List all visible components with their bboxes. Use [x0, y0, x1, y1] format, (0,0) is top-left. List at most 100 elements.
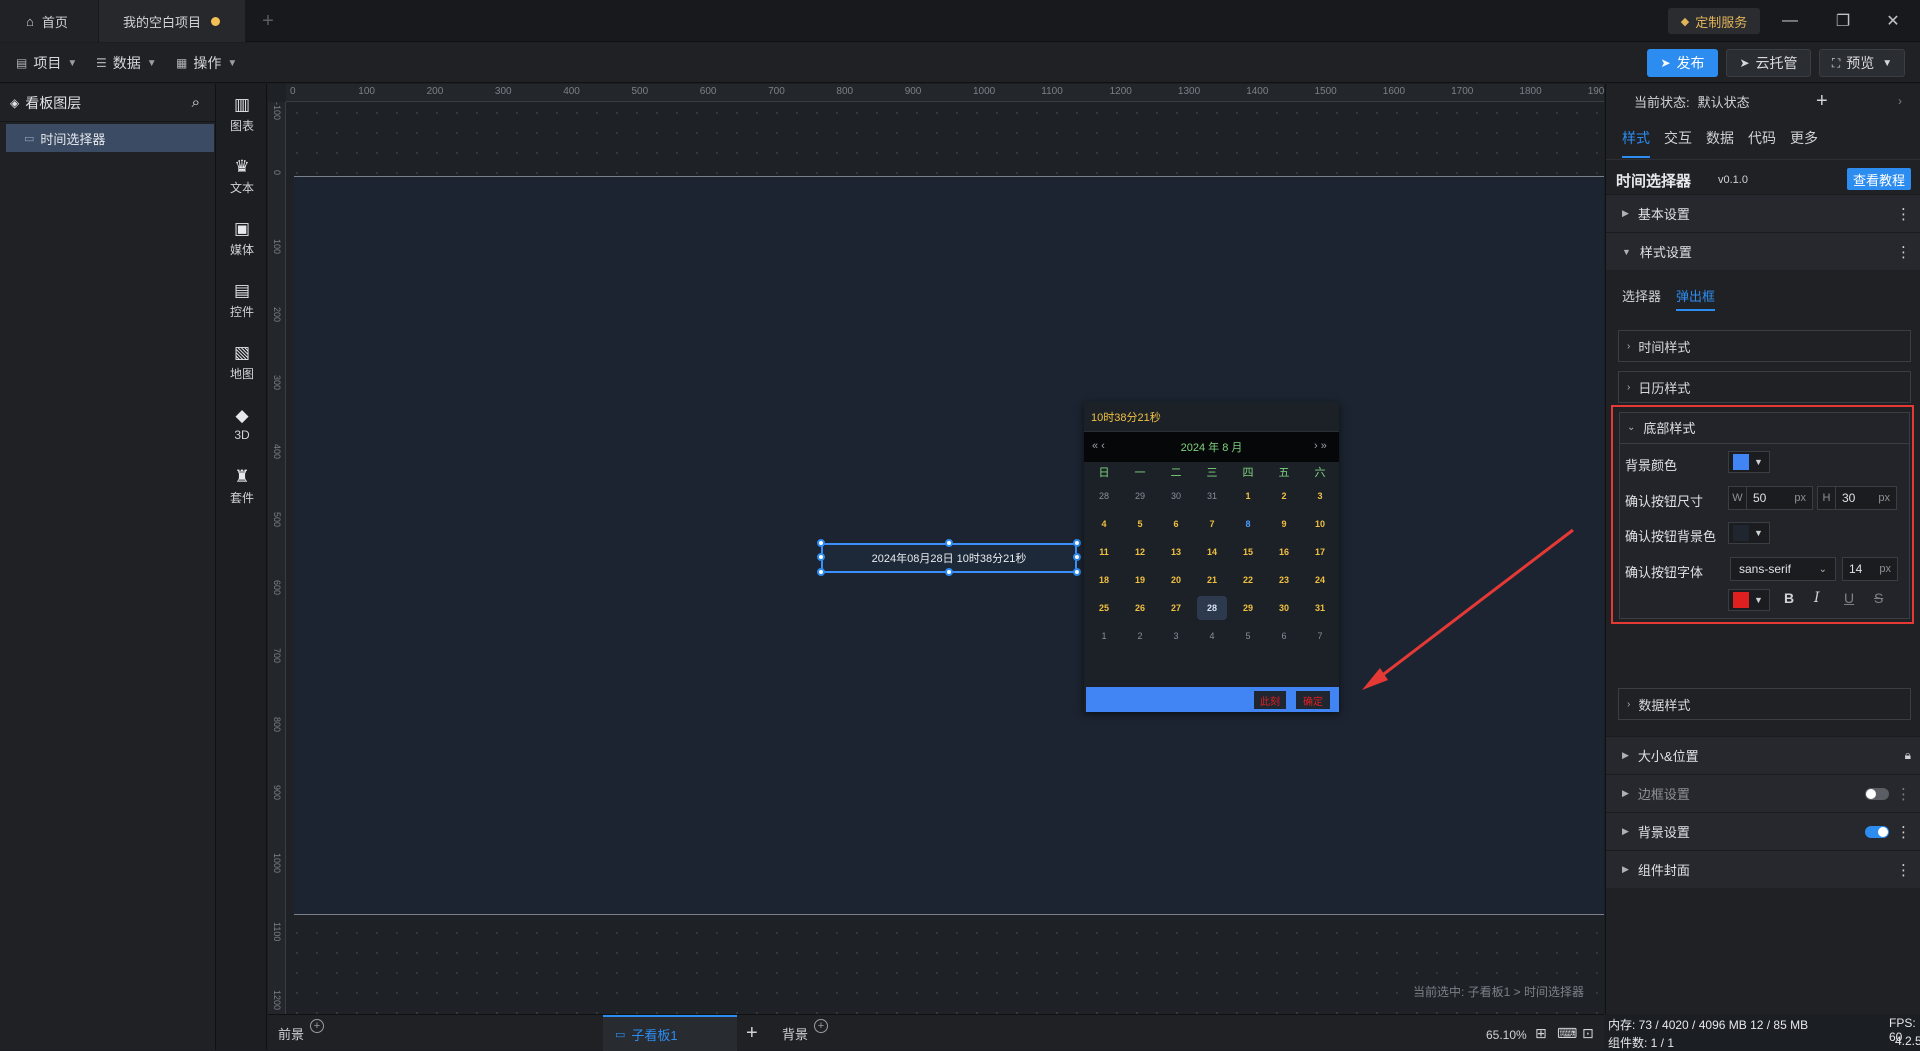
board-tab-foreground[interactable]: 前景 +: [278, 1015, 325, 1051]
tab-style[interactable]: 样式: [1622, 128, 1650, 158]
calendar-day[interactable]: 15: [1233, 540, 1263, 564]
subtab-selector[interactable]: 选择器: [1622, 286, 1661, 305]
close-icon[interactable]: ✕: [1868, 0, 1918, 42]
menu-data[interactable]: ☰ 数据 ▼: [96, 43, 157, 83]
tab-project[interactable]: 我的空白项目: [99, 0, 245, 42]
cloud-hosting-button[interactable]: ➤ 云托管: [1726, 49, 1811, 77]
minimize-icon[interactable]: —: [1765, 0, 1815, 42]
preview-button[interactable]: ⛶ 预览 ▼: [1819, 49, 1905, 77]
lock-icon[interactable]: 🔒︎: [1905, 748, 1911, 763]
calendar-day[interactable]: 25: [1089, 596, 1119, 620]
state-value[interactable]: 默认状态: [1698, 92, 1750, 111]
calendar-day[interactable]: 17: [1305, 540, 1335, 564]
resize-handle[interactable]: [1073, 568, 1081, 576]
calendar-day[interactable]: 8: [1233, 512, 1263, 536]
strip-item-media[interactable]: ▣ 媒体: [217, 210, 267, 266]
terminal-icon[interactable]: ⊡: [1582, 1015, 1594, 1051]
add-board-icon[interactable]: +: [746, 1015, 758, 1051]
calendar-day[interactable]: 26: [1125, 596, 1155, 620]
more-vertical-icon[interactable]: ⋮: [1896, 861, 1911, 879]
calendar-day[interactable]: 23: [1269, 568, 1299, 592]
calendar-time-display[interactable]: 10时38分21秒: [1084, 402, 1339, 432]
calendar-next-icon[interactable]: › »: [1314, 440, 1327, 452]
section-style-settings[interactable]: ▼ 样式设置 ⋮: [1606, 232, 1920, 270]
calendar-day[interactable]: 12: [1125, 540, 1155, 564]
strip-item-map[interactable]: ▧ 地图: [217, 334, 267, 390]
calendar-day[interactable]: 1: [1089, 624, 1119, 648]
publish-button[interactable]: ➤ 发布: [1647, 49, 1718, 77]
section-size-position[interactable]: ▶ 大小&位置 🔒︎: [1606, 736, 1920, 774]
tutorial-button[interactable]: 查看教程: [1847, 168, 1911, 190]
strip-item-kit[interactable]: ♜ 套件: [217, 458, 267, 514]
resize-handle[interactable]: [817, 553, 825, 561]
tab-code[interactable]: 代码: [1748, 128, 1776, 148]
calendar-day[interactable]: 28: [1089, 484, 1119, 508]
calendar-day[interactable]: 7: [1197, 512, 1227, 536]
calendar-day[interactable]: 11: [1089, 540, 1119, 564]
keyboard-icon[interactable]: ⌨: [1557, 1015, 1577, 1051]
section-basic-settings[interactable]: ▶ 基本设置 ⋮: [1606, 194, 1920, 232]
subsection-calendar-style[interactable]: › 日历样式: [1618, 371, 1911, 403]
board-tab-sub[interactable]: ▭ 子看板1: [603, 1015, 737, 1051]
subsection-data-style[interactable]: › 数据样式: [1618, 688, 1911, 720]
resize-handle[interactable]: [817, 539, 825, 547]
calendar-day[interactable]: 6: [1161, 512, 1191, 536]
strip-item-text[interactable]: ♛ 文本: [217, 148, 267, 204]
now-button[interactable]: 此刻: [1254, 691, 1286, 709]
board-tab-background[interactable]: 背景 +: [782, 1015, 829, 1051]
strip-item-control[interactable]: ▤ 控件: [217, 272, 267, 328]
layer-item-time-picker[interactable]: ▭ 时间选择器: [6, 124, 214, 152]
subsection-time-style[interactable]: › 时间样式: [1618, 330, 1911, 362]
resize-handle[interactable]: [817, 568, 825, 576]
calendar-day[interactable]: 2: [1125, 624, 1155, 648]
restore-icon[interactable]: ❐: [1818, 0, 1868, 42]
strip-item-chart[interactable]: ▥ 图表: [217, 86, 267, 142]
add-state-icon[interactable]: +: [1816, 90, 1828, 113]
calendar-prev-icon[interactable]: « ‹: [1092, 440, 1105, 452]
calendar-day[interactable]: 18: [1089, 568, 1119, 592]
section-border-settings[interactable]: ▶ 边框设置 ⋮: [1606, 774, 1920, 812]
calendar-day[interactable]: 10: [1305, 512, 1335, 536]
calendar-day[interactable]: 22: [1233, 568, 1263, 592]
chevron-right-icon[interactable]: ›: [1898, 94, 1902, 108]
section-background-settings[interactable]: ▶ 背景设置 ⋮: [1606, 812, 1920, 850]
calendar-day[interactable]: 31: [1197, 484, 1227, 508]
strip-item-3d[interactable]: ◆ 3D: [217, 396, 267, 452]
calendar-day[interactable]: 30: [1269, 596, 1299, 620]
calendar-day[interactable]: 19: [1125, 568, 1155, 592]
fit-screen-icon[interactable]: ⊞: [1535, 1015, 1547, 1051]
tab-data[interactable]: 数据: [1706, 128, 1734, 148]
more-vertical-icon[interactable]: ⋮: [1896, 823, 1911, 841]
calendar-day[interactable]: 7: [1305, 624, 1335, 648]
calendar-day[interactable]: 31: [1305, 596, 1335, 620]
calendar-day[interactable]: 29: [1125, 484, 1155, 508]
calendar-day[interactable]: 28: [1197, 596, 1227, 620]
confirm-button[interactable]: 确定: [1296, 691, 1330, 709]
calendar-day[interactable]: 3: [1305, 484, 1335, 508]
calendar-day[interactable]: 4: [1197, 624, 1227, 648]
calendar-day[interactable]: 13: [1161, 540, 1191, 564]
more-vertical-icon[interactable]: ⋮: [1896, 785, 1911, 803]
custom-service-button[interactable]: ◆ 定制服务: [1668, 8, 1760, 34]
add-circle-icon[interactable]: +: [814, 1019, 829, 1033]
subtab-popup[interactable]: 弹出框: [1676, 286, 1716, 311]
resize-handle[interactable]: [1073, 539, 1081, 547]
section-component-cover[interactable]: ▶ 组件封面 ⋮: [1606, 850, 1920, 888]
resize-handle[interactable]: [945, 568, 953, 576]
calendar-day[interactable]: 5: [1125, 512, 1155, 536]
calendar-day[interactable]: 30: [1161, 484, 1191, 508]
resize-handle[interactable]: [1073, 553, 1081, 561]
calendar-day[interactable]: 16: [1269, 540, 1299, 564]
add-circle-icon[interactable]: +: [310, 1019, 325, 1033]
calendar-day[interactable]: 9: [1269, 512, 1299, 536]
calendar-day[interactable]: 27: [1161, 596, 1191, 620]
menu-project[interactable]: ▤ 项目 ▼: [16, 43, 77, 83]
tab-more[interactable]: 更多: [1790, 128, 1818, 148]
background-toggle[interactable]: [1865, 826, 1889, 838]
calendar-day[interactable]: 4: [1089, 512, 1119, 536]
calendar-day[interactable]: 20: [1161, 568, 1191, 592]
resize-handle[interactable]: [945, 539, 953, 547]
calendar-day[interactable]: 3: [1161, 624, 1191, 648]
more-vertical-icon[interactable]: ⋮: [1896, 205, 1911, 223]
tab-interaction[interactable]: 交互: [1664, 128, 1692, 148]
